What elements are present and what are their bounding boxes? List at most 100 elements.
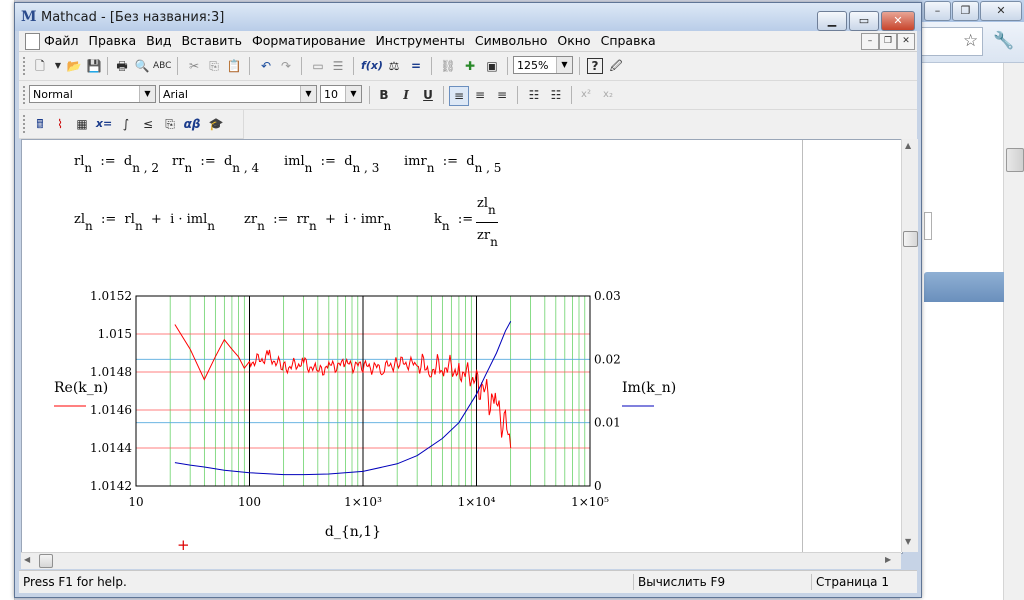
zoom-select[interactable]: 125% ▼ [513,56,573,74]
def-zl[interactable]: zln := rln + i · imln [74,212,215,233]
document-icon[interactable] [25,33,40,50]
copy-icon[interactable]: ⎘ [205,57,223,75]
worksheet[interactable]: rln := dn , 2 rrn := dn , 4 imln := dn ,… [21,139,903,554]
scroll-up-icon[interactable]: ▲ [905,141,911,150]
bookmark-star-icon[interactable]: ☆ [963,31,978,51]
horizontal-scrollbar[interactable]: ◀ ▶ [21,552,901,569]
doc-minimize-button[interactable]: – [861,33,879,50]
align-right-icon[interactable]: ≡ [493,86,511,104]
doc-close-button[interactable]: ✕ [897,33,915,50]
x-tick-label: 100 [238,495,261,509]
insert-unit-icon[interactable]: ⚖ [385,57,403,75]
toolbar-grip [23,115,28,133]
re-im-plot[interactable]: 1.0152 1.015 1.0148 1.0146 1.0144 1.0142 0.03 0… [52,288,722,548]
greek-toolbar-icon[interactable]: αβ [183,115,201,133]
italic-button[interactable]: I [397,86,415,104]
browser-close-button[interactable]: ✕ [980,1,1022,21]
menu-item-4[interactable]: Форматирование [247,31,370,51]
menu-item-3[interactable]: Вставить [176,31,247,51]
superscript-icon[interactable]: x² [577,86,595,104]
insert-hyperlink-icon[interactable]: ⛓ [439,57,457,75]
numbered-list-icon[interactable]: ☷ [547,86,565,104]
undo-icon[interactable]: ↶ [257,57,275,75]
cut-icon[interactable]: ✂ [185,57,203,75]
browser-page-input[interactable] [924,212,932,240]
resource-center-icon[interactable]: ▣ [483,57,501,75]
print-preview-icon[interactable]: 🔍 [133,57,151,75]
symbolic-toolbar-icon[interactable]: 🎓 [207,115,225,133]
vertical-scroll-thumb[interactable] [903,231,918,247]
status-bar: Press F1 for help. Вычислить F9 Страница… [19,570,917,593]
mathcad-logo-icon: M [21,9,37,25]
font-size-select[interactable]: 10 ▼ [320,85,362,103]
menu-item-7[interactable]: Окно [552,31,595,51]
vertical-scrollbar[interactable]: ▲ ▼ [901,139,918,552]
menu-item-5[interactable]: Инструменты [370,31,469,51]
browser-restore-button[interactable]: ❐ [952,1,979,21]
font-select[interactable]: Arial ▼ [159,85,317,103]
horizontal-scroll-thumb[interactable] [39,554,53,568]
evaluation-toolbar-icon[interactable]: x= [95,115,113,133]
separator [571,86,572,104]
subscript-icon[interactable]: x₂ [599,86,617,104]
browser-scrollbar-thumb[interactable] [1006,148,1024,172]
def-zr[interactable]: zrn := rrn + i · imrn [244,212,391,233]
doc-restore-button[interactable]: ❐ [879,33,897,50]
def-rr[interactable]: rrn := dn , 4 [172,154,259,175]
tutorial-icon[interactable]: 🖉 [607,57,625,75]
y-left-tick-label: 1.0152 [90,289,132,303]
scroll-down-icon[interactable]: ▼ [905,537,911,546]
new-document-icon[interactable]: 🗋 [31,57,49,75]
print-icon[interactable]: 🖶 [113,57,131,75]
insert-function-icon[interactable]: f(x) [361,57,383,75]
style-value: Normal [33,88,73,101]
spell-check-icon[interactable]: ABC [153,57,171,75]
help-icon[interactable]: ? [587,58,603,74]
align-across-icon[interactable]: ▭ [309,57,327,75]
browser-minimize-button[interactable]: – [924,1,951,21]
close-button[interactable]: ✕ [881,11,915,31]
menu-item-8[interactable]: Справка [596,31,661,51]
align-left-icon[interactable]: ≡ [449,86,469,106]
scroll-left-icon[interactable]: ◀ [24,555,30,564]
open-folder-icon[interactable]: 📂 [65,57,83,75]
align-center-icon[interactable]: ≡ [471,86,489,104]
wrench-icon[interactable]: 🔧 [993,31,1014,51]
window-title: Mathcad - [Без названия:3] [41,10,225,25]
boolean-toolbar-icon[interactable]: ≤ [139,115,157,133]
maximize-button[interactable]: ▭ [849,11,879,31]
x-tick-label: 10 [128,495,143,509]
matrix-toolbar-icon[interactable]: ▦ [73,115,91,133]
separator [353,57,354,75]
underline-button[interactable]: U [419,86,437,104]
graph-toolbar-icon[interactable]: ⌇ [51,115,69,133]
calculus-toolbar-icon[interactable]: ∫ [117,115,135,133]
minimize-button[interactable]: ▁ [817,11,847,31]
menu-item-2[interactable]: Вид [141,31,176,51]
y-right-tick-label: 0.02 [594,352,621,366]
programming-toolbar-icon[interactable]: ⎘ [161,115,179,133]
def-k[interactable]: kn := [434,212,473,233]
save-icon[interactable]: 💾 [85,57,103,75]
separator [301,57,302,75]
bold-button[interactable]: B [375,86,393,104]
browser-scrollbar[interactable] [1003,63,1024,600]
def-iml[interactable]: imln := dn , 3 [284,154,379,175]
separator [579,57,580,75]
bullet-list-icon[interactable]: ☷ [525,86,543,104]
calculator-toolbar-icon[interactable]: 🖩 [31,115,49,133]
separator [107,57,108,75]
def-rl[interactable]: rln := dn , 2 [74,154,159,175]
menu-item-6[interactable]: Символьно [470,31,552,51]
style-select[interactable]: Normal ▼ [29,85,156,103]
paste-icon[interactable]: 📋 [225,57,243,75]
menu-item-1[interactable]: Правка [84,31,142,51]
redo-icon[interactable]: ↷ [277,57,295,75]
def-imr[interactable]: imrn := dn , 5 [404,154,501,175]
component-wizard-icon[interactable]: ✚ [461,57,479,75]
scroll-right-icon[interactable]: ▶ [885,555,891,564]
def-k-denominator: zrn [477,228,498,249]
calculate-icon[interactable]: = [407,57,425,75]
menu-item-0[interactable]: Файл [39,31,84,51]
align-down-icon[interactable]: ☰ [329,57,347,75]
